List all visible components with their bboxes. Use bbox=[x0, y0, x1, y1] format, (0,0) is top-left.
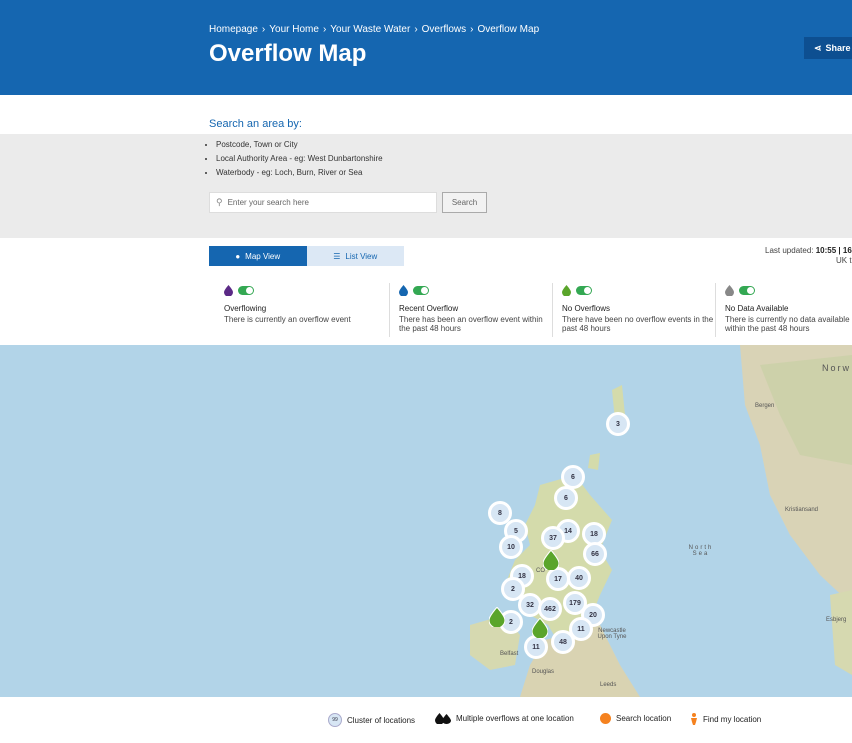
droplet-blue-icon bbox=[399, 284, 408, 296]
status-label: Overflowing bbox=[224, 304, 267, 313]
map-label-esbjerg: Esbjerg bbox=[826, 617, 847, 623]
droplet-grey-icon bbox=[725, 284, 734, 296]
map-cluster[interactable]: 11 bbox=[524, 635, 548, 659]
map-basemap bbox=[470, 345, 852, 697]
find-my-location-button[interactable]: Find my location bbox=[690, 713, 761, 725]
breadcrumb-overflow-map: Overflow Map bbox=[477, 24, 540, 35]
key-cluster-label: Cluster of locations bbox=[347, 715, 416, 725]
status-label: No Data Available bbox=[725, 304, 789, 313]
tab-map-view[interactable]: ● Map View bbox=[209, 246, 307, 266]
key-multiple-label: Multiple overflows at one location bbox=[456, 714, 574, 723]
map-label-douglas: Douglas bbox=[532, 669, 555, 675]
key-search-location: Search location bbox=[600, 713, 671, 724]
last-updated-value: 10:55 | 16 bbox=[815, 246, 852, 255]
cluster-icon: 99 bbox=[328, 713, 342, 727]
last-updated-timezone: UK t bbox=[836, 256, 852, 265]
map-cluster[interactable]: 10 bbox=[499, 535, 523, 559]
search-option: Waterbody - eg: Loch, Burn, River or Sea bbox=[216, 168, 383, 177]
map-label-leeds: Leeds bbox=[600, 682, 617, 688]
overflow-map[interactable]: Norw Bergen Kristiansand North Sea Esbje… bbox=[0, 345, 852, 697]
last-updated-prefix: Last updated: bbox=[765, 246, 814, 255]
status-desc: There have been no overflow events in th… bbox=[562, 315, 714, 333]
map-label-newcastle: Newcastle Upon Tyne bbox=[597, 628, 627, 640]
status-label: Recent Overflow bbox=[399, 304, 459, 313]
overflowing-toggle[interactable] bbox=[238, 285, 254, 295]
search-button[interactable]: Search bbox=[442, 192, 487, 213]
recent-overflow-toggle[interactable] bbox=[413, 285, 429, 295]
status-no-data: No Data Available There is currently no … bbox=[715, 283, 852, 337]
search-options-list: Postcode, Town or City Local Authority A… bbox=[208, 140, 383, 182]
breadcrumb-homepage[interactable]: Homepage bbox=[209, 24, 258, 35]
map-cluster[interactable]: 48 bbox=[551, 630, 575, 654]
no-overflow-marker-icon[interactable] bbox=[489, 607, 505, 627]
search-panel: Postcode, Town or City Local Authority A… bbox=[0, 134, 852, 238]
map-label-belfast: Belfast bbox=[500, 651, 519, 657]
multiple-droplets-icon bbox=[435, 713, 451, 724]
share-icon: ⋖ bbox=[814, 42, 822, 53]
breadcrumb-your-home[interactable]: Your Home bbox=[269, 24, 319, 35]
breadcrumb-your-waste-water[interactable]: Your Waste Water bbox=[330, 24, 410, 35]
status-no-overflows: No Overflows There have been no overflow… bbox=[552, 283, 714, 337]
map-cluster[interactable]: 66 bbox=[583, 542, 607, 566]
last-updated: Last updated: 10:55 | 16 bbox=[765, 246, 852, 255]
search-input[interactable]: ⚲ Enter your search here bbox=[209, 192, 437, 213]
person-icon bbox=[691, 713, 697, 725]
map-cluster[interactable]: 3 bbox=[606, 412, 630, 436]
page-title: Overflow Map bbox=[209, 40, 367, 67]
key-search-location-label: Search location bbox=[616, 714, 672, 723]
search-option: Local Authority Area - eg: West Dunbarto… bbox=[216, 154, 383, 163]
droplet-green-icon bbox=[562, 284, 571, 296]
search-heading: Search an area by: bbox=[209, 118, 302, 130]
breadcrumb-overflows[interactable]: Overflows bbox=[422, 24, 466, 35]
key-find-me-label: Find my location bbox=[703, 714, 762, 724]
view-toggle: ● Map View ☰ List View bbox=[209, 246, 404, 266]
status-recent-overflow: Recent Overflow There has been an overfl… bbox=[389, 283, 549, 337]
droplet-purple-icon bbox=[224, 284, 233, 296]
status-desc: There is currently no data available wit… bbox=[725, 315, 850, 333]
search-location-dot-icon bbox=[600, 713, 611, 724]
no-overflows-toggle[interactable] bbox=[576, 285, 592, 295]
status-desc: There is currently an overflow event bbox=[224, 315, 351, 324]
page-header: Homepage › Your Home › Your Waste Water › Over… bbox=[0, 0, 852, 95]
map-cluster[interactable]: 37 bbox=[541, 526, 565, 550]
search-icon: ⚲ bbox=[216, 197, 223, 207]
map-label-bergen: Bergen bbox=[755, 403, 775, 409]
key-cluster: 99 Cluster of locations bbox=[328, 713, 415, 727]
no-overflow-marker-icon[interactable] bbox=[532, 618, 548, 638]
map-cluster[interactable]: 40 bbox=[567, 566, 591, 590]
search-option: Postcode, Town or City bbox=[216, 140, 383, 149]
key-multiple: Multiple overflows at one location bbox=[435, 713, 574, 724]
status-desc: There has been an overflow event within … bbox=[399, 315, 543, 333]
map-cluster[interactable]: 6 bbox=[554, 486, 578, 510]
status-label: No Overflows bbox=[562, 304, 611, 313]
no-overflow-marker-icon[interactable] bbox=[543, 550, 559, 570]
tab-list-view-label: List View bbox=[345, 251, 378, 261]
breadcrumb: Homepage › Your Home › Your Waste Water › Over… bbox=[209, 24, 540, 35]
tab-list-view[interactable]: ☰ List View bbox=[306, 246, 404, 266]
share-button[interactable]: ⋖ Share bbox=[804, 37, 852, 59]
share-label: Share bbox=[825, 43, 851, 53]
search-placeholder: Enter your search here bbox=[227, 198, 309, 207]
list-icon: ☰ bbox=[333, 251, 341, 261]
status-overflowing: Overflowing There is currently an overfl… bbox=[224, 283, 384, 337]
no-data-toggle[interactable] bbox=[739, 285, 755, 295]
map-pin-icon: ● bbox=[235, 251, 241, 261]
map-label-kristiansand: Kristiansand bbox=[785, 507, 819, 513]
map-label-norway: Norw bbox=[822, 363, 852, 373]
map-label-north-sea: North Sea bbox=[688, 545, 714, 557]
tab-map-view-label: Map View bbox=[245, 251, 281, 261]
